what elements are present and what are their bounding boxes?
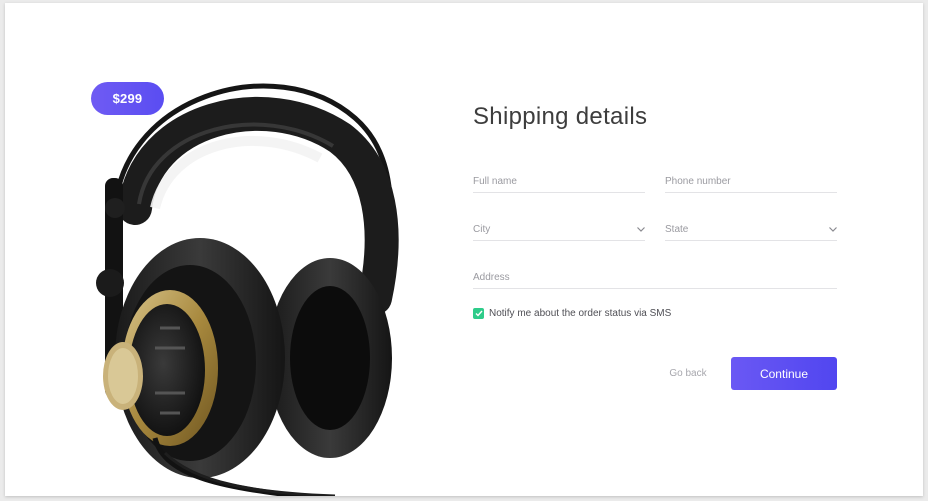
state-placeholder: State bbox=[665, 224, 689, 235]
city-placeholder: City bbox=[473, 224, 491, 235]
phone-number-field[interactable]: Phone number bbox=[665, 171, 837, 193]
sms-notify-option[interactable]: Notify me about the order status via SMS bbox=[473, 308, 671, 319]
price-badge: $299 bbox=[91, 82, 164, 115]
headphones-image bbox=[96, 83, 399, 496]
checkout-card: $299 Shipping details Full name Phone nu… bbox=[5, 3, 923, 496]
chevron-down-icon bbox=[636, 225, 645, 234]
full-name-placeholder: Full name bbox=[473, 176, 517, 187]
continue-button[interactable]: Continue bbox=[731, 357, 837, 390]
address-placeholder: Address bbox=[473, 272, 510, 283]
sms-notify-checkbox[interactable] bbox=[473, 308, 484, 319]
phone-number-placeholder: Phone number bbox=[665, 176, 731, 187]
state-select[interactable]: State bbox=[665, 219, 837, 241]
sms-notify-label: Notify me about the order status via SMS bbox=[489, 308, 672, 319]
checkmark-icon bbox=[475, 310, 483, 317]
go-back-button[interactable]: Go back bbox=[665, 365, 711, 381]
city-select[interactable]: City bbox=[473, 219, 645, 241]
chevron-down-icon bbox=[828, 225, 837, 234]
page-title: Shipping details bbox=[473, 103, 648, 130]
address-field[interactable]: Address bbox=[473, 267, 837, 289]
full-name-field[interactable]: Full name bbox=[473, 171, 645, 193]
